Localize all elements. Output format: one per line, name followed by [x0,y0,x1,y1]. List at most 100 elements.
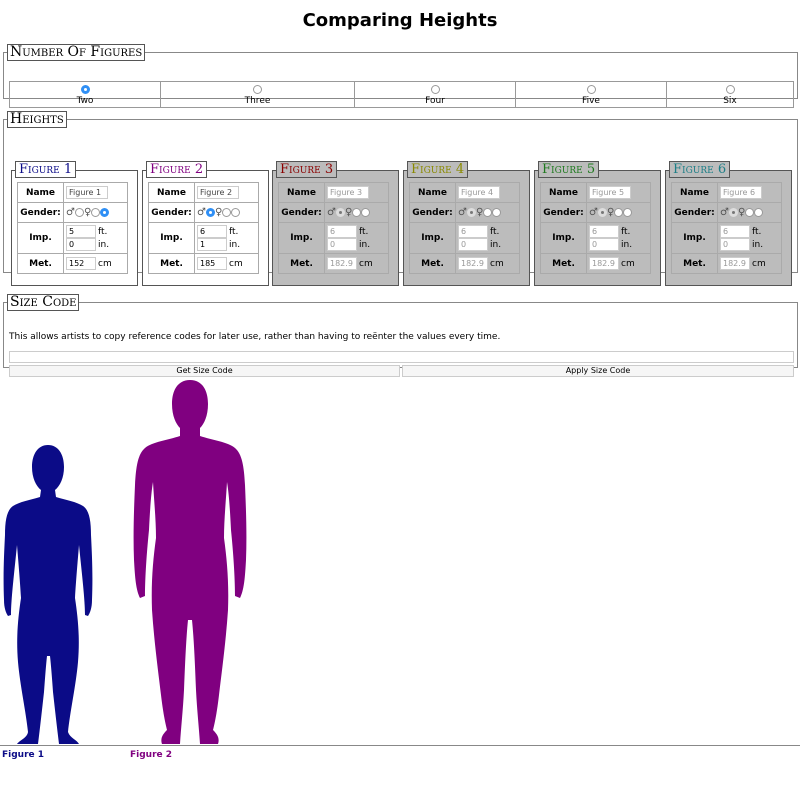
size-code-panel: Size Code This allows artists to copy re… [3,294,798,377]
radio-button[interactable] [253,85,262,94]
gender-male-radio[interactable] [335,208,345,217]
gender-male-radio[interactable] [74,208,84,217]
gender-label: Gender: [409,202,456,223]
figure-name-input[interactable]: Figure 1 [66,186,108,199]
count-option-label: Six [723,96,737,106]
gender-other-radio[interactable] [754,208,764,217]
feet-unit: ft. [359,227,369,237]
imperial-label: Imp. [278,222,325,254]
gender-label: Gender: [148,202,195,223]
imperial-label: Imp. [409,222,456,254]
gender-other-radio[interactable] [231,208,241,217]
cm-input[interactable]: 185 [197,257,227,270]
gender-female-radio[interactable] [483,208,493,217]
inches-input[interactable]: 0 [327,238,357,251]
name-label: Name [148,182,195,203]
imperial-label: Imp. [671,222,718,254]
gender-other-radio[interactable] [361,208,371,217]
gender-female-radio[interactable] [352,208,362,217]
gender-label: Gender: [17,202,64,223]
radio-button[interactable] [725,85,735,94]
gender-other-radio[interactable] [492,208,502,217]
gender-female-radio[interactable] [614,208,624,217]
gender-male-radio[interactable] [597,208,607,217]
metric-label: Met. [278,253,325,274]
figure-name-input[interactable]: Figure 5 [589,186,631,199]
count-option-label: Four [425,96,445,106]
figure-name-input[interactable]: Figure 6 [720,186,762,199]
feet-input[interactable]: 6 [720,225,750,238]
feet-input[interactable]: 6 [327,225,357,238]
number-of-figures-panel: Number Of Figures Two Three Four Five Si… [3,44,798,108]
feet-unit: ft. [229,227,239,237]
figure-form-table: Name Figure 5 Gender: ♂ ♀ Imp. 6 ft. 0 in. Met. 182… [540,182,651,274]
radio-button[interactable] [430,85,440,94]
feet-unit: ft. [752,227,762,237]
gender-other-radio[interactable] [100,208,110,217]
count-option-five[interactable]: Five [516,82,667,107]
feet-input[interactable]: 5 [66,225,96,238]
male-symbol-icon: ♂ [720,207,729,218]
ground-line [0,745,800,746]
feet-input[interactable]: 6 [197,225,227,238]
figure-1-silhouette [3,445,93,744]
size-code-legend: Size Code [7,294,80,311]
inches-unit: in. [359,240,371,250]
gender-male-radio[interactable] [205,208,215,217]
name-label: Name [17,182,64,203]
male-symbol-icon: ♂ [66,207,75,218]
metric-label: Met. [17,253,64,274]
gender-male-radio[interactable] [466,208,476,217]
name-label: Name [671,182,718,203]
feet-input[interactable]: 6 [589,225,619,238]
figure-display-area: Figure 1 Figure 2 [0,370,800,785]
cm-input[interactable]: 182.9 [458,257,488,270]
gender-female-radio[interactable] [222,208,232,217]
radio-button[interactable] [586,85,596,94]
inches-input[interactable]: 0 [720,238,750,251]
count-option-four[interactable]: Four [355,82,516,107]
size-code-input[interactable] [9,351,794,363]
size-code-description: This allows artists to copy reference co… [9,332,501,342]
figure-card-2: Figure 2 Name Figure 2 Gender: ♂ ♀ Imp. 6 ft. 1 in… [142,161,269,286]
feet-input[interactable]: 6 [458,225,488,238]
gender-female-radio[interactable] [91,208,101,217]
female-symbol-icon: ♀ [344,207,353,218]
cm-input[interactable]: 182.9 [327,257,357,270]
feet-unit: ft. [98,227,108,237]
cm-input[interactable]: 152 [66,257,96,270]
inches-input[interactable]: 1 [197,238,227,251]
gender-label: Gender: [540,202,587,223]
gender-female-radio[interactable] [745,208,755,217]
cm-input[interactable]: 182.9 [720,257,750,270]
inches-unit: in. [98,240,110,250]
gender-label: Gender: [671,202,718,223]
inches-input[interactable]: 0 [66,238,96,251]
figure-card-4: Figure 4 Name Figure 4 Gender: ♂ ♀ Imp. 6 ft. 0 in… [403,161,530,286]
gender-male-radio[interactable] [728,208,738,217]
female-symbol-icon: ♀ [475,207,484,218]
count-option-two[interactable]: Two [10,82,161,107]
count-option-six[interactable]: Six [667,82,793,107]
count-option-three[interactable]: Three [161,82,355,107]
figure-name-input[interactable]: Figure 2 [197,186,239,199]
male-symbol-icon: ♂ [589,207,598,218]
cm-input[interactable]: 182.9 [589,257,619,270]
figure-2-silhouette [133,380,247,744]
cm-unit: cm [359,259,373,269]
heights-legend: Heights [7,111,67,128]
figure-name-input[interactable]: Figure 4 [458,186,500,199]
radio-button[interactable] [80,85,90,94]
inches-unit: in. [621,240,633,250]
inches-input[interactable]: 0 [589,238,619,251]
figure-1-label: Figure 1 [2,750,45,760]
male-symbol-icon: ♂ [197,207,206,218]
male-symbol-icon: ♂ [458,207,467,218]
figure-card-title: Figure 4 [407,161,469,178]
figure-form-table: Name Figure 1 Gender: ♂ ♀ Imp. 5 ft. 0 in. Met. 152… [17,182,128,274]
gender-other-radio[interactable] [623,208,633,217]
female-symbol-icon: ♀ [83,207,92,218]
figure-card-title: Figure 1 [15,161,77,178]
figure-name-input[interactable]: Figure 3 [327,186,369,199]
inches-input[interactable]: 0 [458,238,488,251]
